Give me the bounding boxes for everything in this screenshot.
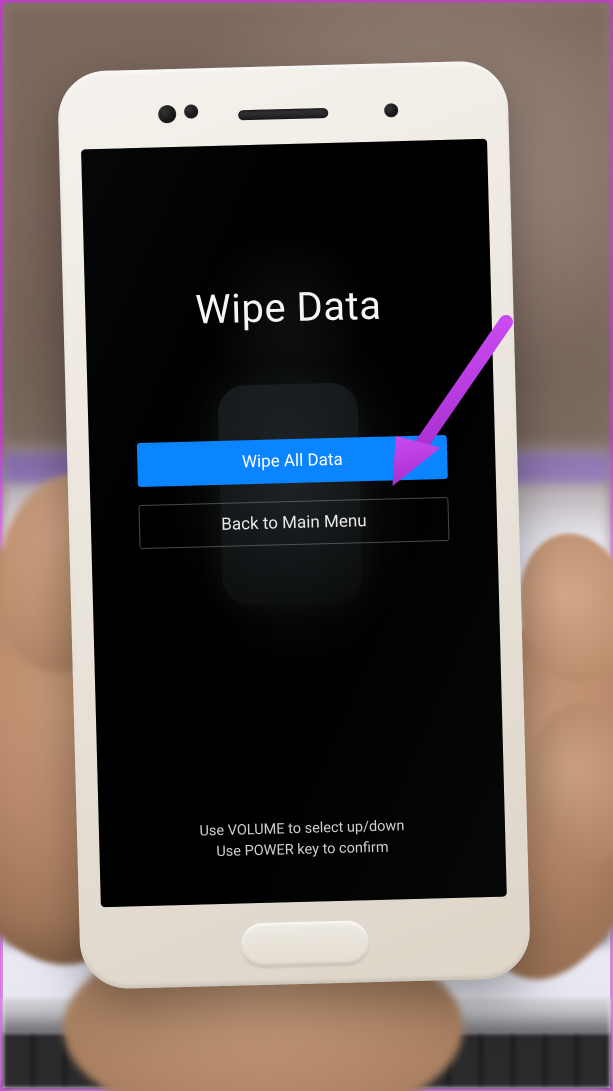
ambient-sensor (384, 103, 398, 117)
phone-screen: Wipe Data Wipe All Data Back to Main Men… (81, 139, 507, 907)
menu-options: Wipe All Data Back to Main Menu (137, 435, 450, 549)
back-to-main-menu-button[interactable]: Back to Main Menu (138, 497, 449, 549)
wipe-all-data-button[interactable]: Wipe All Data (137, 435, 448, 487)
laptop-hinge (3, 998, 610, 1033)
screenshot-frame: Wipe Data Wipe All Data Back to Main Men… (0, 0, 613, 1091)
page-title: Wipe Data (195, 282, 382, 334)
home-button[interactable] (240, 920, 369, 967)
laptop-keyboard (3, 1033, 610, 1088)
navigation-hint: Use VOLUME to select up/down Use POWER k… (99, 814, 506, 865)
recovery-menu: Wipe Data Wipe All Data Back to Main Men… (81, 139, 507, 907)
earpiece-row (58, 98, 508, 130)
smartphone-device: Wipe Data Wipe All Data Back to Main Men… (57, 60, 531, 989)
earpiece-speaker-icon (238, 108, 328, 120)
ambient-sensor-icon (384, 103, 398, 117)
